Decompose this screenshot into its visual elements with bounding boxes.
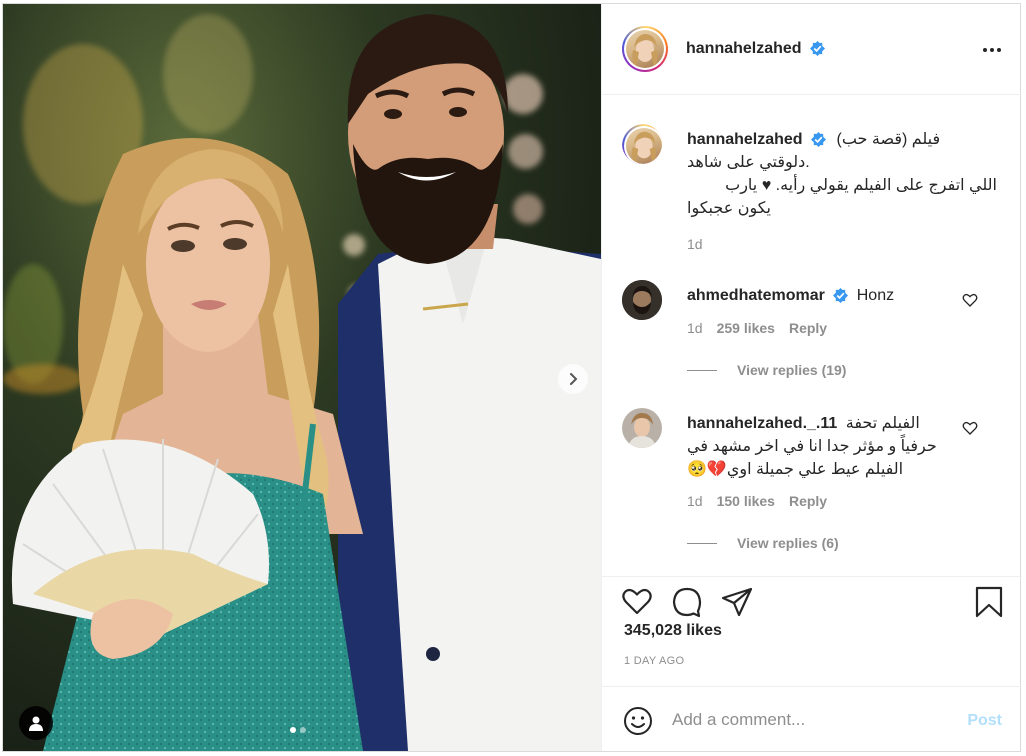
- commenter-avatar[interactable]: [622, 280, 662, 320]
- reply-button[interactable]: Reply: [789, 493, 827, 509]
- caption-text-3: اللي اتفرج على الفيلم يقولي رأيه. ♥ يارب: [725, 177, 997, 194]
- comment-item: ahmedhatemomar Honz 1d 259 likes Reply V…: [622, 280, 1002, 380]
- commenter-username[interactable]: hannahelzahed._.11: [687, 415, 837, 432]
- likes-count[interactable]: 345,028 likes: [624, 622, 722, 640]
- comment-emoji: 🥺💔: [687, 461, 727, 478]
- comments-section[interactable]: hannahelzahed فيلم (قصة حب) دلوقتي على ش…: [602, 96, 1022, 576]
- more-dot-icon: [997, 48, 1001, 52]
- commenter-username[interactable]: ahmedhatemomar: [687, 287, 825, 304]
- heart-icon[interactable]: [620, 585, 654, 619]
- comment-likes[interactable]: 259 likes: [717, 320, 775, 336]
- reply-button[interactable]: Reply: [789, 320, 827, 336]
- post-button[interactable]: Post: [967, 712, 1002, 730]
- author-avatar[interactable]: [622, 26, 668, 72]
- chevron-right-icon: [570, 373, 578, 385]
- post-header: hannahelzahed: [602, 4, 1022, 95]
- post-details-panel: hannahelzahed hannahelzahed فيلم (قصة حب…: [601, 4, 1022, 751]
- user-icon: [29, 716, 43, 731]
- tagged-users-button[interactable]: [19, 706, 53, 740]
- woman-figure: [11, 138, 363, 751]
- emoji-icon[interactable]: [622, 705, 654, 737]
- divider-line: [687, 369, 717, 371]
- view-replies-label: View replies (6): [737, 535, 839, 551]
- verified-badge-icon: [810, 41, 826, 57]
- verified-badge-icon: [811, 132, 827, 148]
- comment-text-3: الفيلم عيط علي جميلة اوي: [726, 461, 904, 478]
- caption-text-4: يكون عجبكوا: [687, 200, 771, 217]
- next-photo-button[interactable]: [558, 364, 588, 394]
- comment-composer: Post: [602, 686, 1022, 751]
- carousel-dot: [300, 727, 306, 733]
- carousel-dot-active: [290, 727, 296, 733]
- caption-text-2: دلوقتي على شاهد.: [687, 154, 810, 171]
- heart-icon[interactable]: [962, 292, 978, 308]
- more-dot-icon: [990, 48, 994, 52]
- comment-icon[interactable]: [670, 585, 704, 619]
- share-icon[interactable]: [720, 585, 754, 619]
- author-username[interactable]: hannahelzahed: [686, 40, 802, 57]
- comment-input[interactable]: [672, 705, 952, 735]
- more-dot-icon: [983, 48, 987, 52]
- comment-item: hannahelzahed._.11 الفيلم تحفة حرفياً و …: [622, 408, 1002, 568]
- caption-avatar[interactable]: [622, 124, 662, 164]
- more-options-button[interactable]: [980, 40, 1004, 60]
- verified-badge-icon: [833, 288, 849, 304]
- view-replies-button[interactable]: View replies (6): [687, 535, 839, 551]
- view-replies-button[interactable]: View replies (19): [687, 362, 846, 378]
- comment-text-2: حرفياً و مؤثر جدا انا في اخر مشهد في: [687, 438, 937, 455]
- caption-username[interactable]: hannahelzahed: [687, 131, 803, 148]
- heart-icon[interactable]: [962, 420, 978, 436]
- comment-time: 1d: [687, 320, 703, 336]
- divider-line: [687, 542, 717, 544]
- comment-likes[interactable]: 150 likes: [717, 493, 775, 509]
- comment-text-1: الفيلم تحفة: [845, 415, 920, 432]
- caption-text-1: فيلم (قصة حب): [836, 131, 941, 148]
- post-photo[interactable]: [3, 4, 601, 751]
- commenter-avatar[interactable]: [622, 408, 662, 448]
- carousel-dots: [290, 727, 306, 733]
- caption-time: 1d: [687, 236, 703, 252]
- bookmark-icon[interactable]: [972, 585, 1006, 619]
- post-time: 1 DAY AGO: [624, 655, 685, 667]
- view-replies-label: View replies (19): [737, 362, 847, 378]
- comment-time: 1d: [687, 493, 703, 509]
- post-dialog: hannahelzahed hannahelzahed فيلم (قصة حب…: [2, 3, 1022, 752]
- comment-text: Honz: [856, 287, 895, 304]
